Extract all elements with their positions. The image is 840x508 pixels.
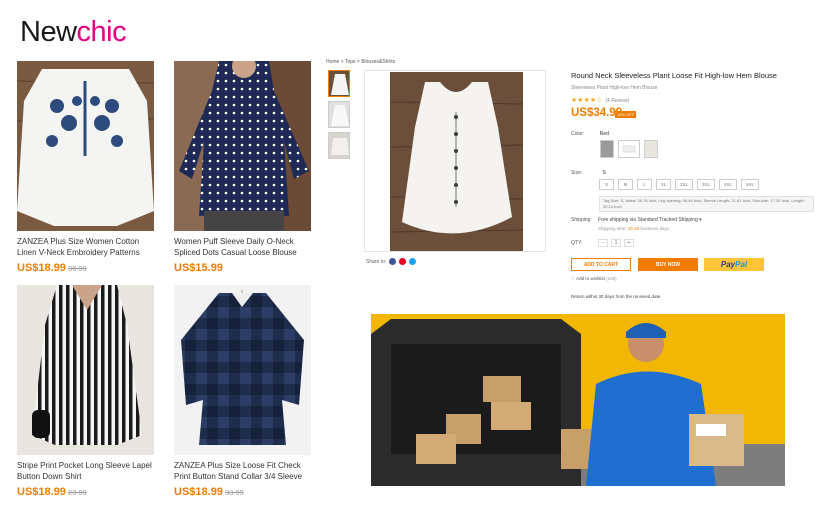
size-label: Size: — [571, 170, 583, 176]
size-row: Size: S — [571, 170, 606, 176]
price-original: 23.99 — [67, 488, 87, 497]
thumbnail-1[interactable] — [328, 70, 350, 97]
paypal-pal-text: Pal — [735, 260, 748, 269]
color-swatch[interactable] — [644, 140, 658, 158]
size-option[interactable]: 4XL — [719, 179, 737, 190]
product-card[interactable]: Women Puff Sleeve Daily O-Neck Spliced D… — [174, 61, 314, 274]
color-swatch[interactable] — [600, 140, 614, 158]
quantity-stepper: − 1 + — [598, 239, 634, 247]
heart-icon: ♡ — [571, 276, 576, 281]
shipping-time: Shipping time: 15-25 business days — [598, 226, 669, 231]
wishlist-count: (169) — [606, 276, 617, 281]
price-current: US$18.99 — [174, 486, 223, 498]
shipping-time-suffix: business days — [639, 226, 670, 231]
wishlist-label: Add to wishlist — [576, 276, 605, 281]
product-image[interactable] — [174, 285, 311, 455]
rating-stars: ★★★★☆ — [571, 97, 603, 104]
qty-plus-button[interactable]: + — [624, 239, 634, 247]
size-option[interactable]: L — [637, 179, 652, 190]
product-price: US$18.99 36.99 — [17, 262, 157, 274]
thumbnail-3[interactable] — [328, 132, 350, 159]
thumbnail-2[interactable] — [328, 101, 350, 128]
product-price: US$18.99 23.99 — [17, 486, 157, 498]
share-label: Share to: — [366, 258, 387, 265]
price-current: US$18.99 — [17, 486, 66, 498]
product-card[interactable]: ZANZEA Plus Size Women Cotton Linen V-Ne… — [17, 61, 157, 274]
logo-text-part2: chic — [76, 16, 127, 48]
product-image[interactable] — [17, 285, 154, 455]
newchic-logo[interactable]: Newchic — [20, 16, 127, 49]
shipping-time-value: 15-25 — [627, 226, 640, 231]
buy-now-button[interactable]: BUY NOW — [638, 258, 698, 271]
size-option[interactable]: S — [599, 179, 614, 190]
size-option[interactable]: 5XL — [741, 179, 759, 190]
paypal-button[interactable]: Pay Pal — [704, 258, 764, 271]
size-options: S M L XL 2XL 3XL 4XL 5XL — [599, 179, 759, 190]
return-policy: Return within 30 days from the received … — [571, 294, 661, 299]
color-label: Color: — [571, 131, 585, 137]
discount-badge: 19% OFF — [615, 111, 637, 118]
product-card[interactable]: ZANZEA Plus Size Loose Fit Check Print B… — [174, 285, 314, 498]
size-value: S — [602, 170, 606, 176]
qty-minus-button[interactable]: − — [598, 239, 608, 247]
color-swatches — [600, 140, 658, 158]
facebook-icon[interactable] — [389, 258, 397, 265]
price-original: 36.99 — [67, 264, 87, 273]
price-current: US$18.99 — [17, 262, 66, 274]
size-option[interactable]: M — [618, 179, 633, 190]
color-swatch[interactable] — [618, 140, 640, 158]
price-original: 33.99 — [224, 488, 244, 497]
price-current: US$15.99 — [174, 262, 223, 274]
rating: ★★★★☆ (4 Review) — [571, 96, 629, 104]
size-option[interactable]: XL — [656, 179, 671, 190]
review-count[interactable]: (4 Review) — [605, 98, 629, 104]
breadcrumb[interactable]: Home > Tops > Blouses&Shirts — [326, 59, 395, 65]
logo-text-part1: New — [20, 16, 77, 48]
product-name[interactable]: Women Puff Sleeve Daily O-Neck Spliced D… — [174, 237, 314, 258]
qty-label: QTY: — [571, 240, 583, 246]
product-card[interactable]: Stripe Print Pocket Long Sleeve Lapel Bu… — [17, 285, 157, 498]
shipping-method[interactable]: Free shipping via Standard Tracked Shipp… — [598, 217, 702, 223]
pinterest-icon[interactable] — [399, 258, 407, 265]
product-price: US$15.99 — [174, 262, 314, 274]
color-value: Red — [599, 131, 609, 137]
share-bar: Share to: — [366, 258, 417, 265]
size-tip: Tag Size: S, Waist: 39.76 Inch, Leg open… — [599, 196, 814, 212]
product-name[interactable]: ZANZEA Plus Size Loose Fit Check Print B… — [174, 461, 314, 482]
product-price: US$18.99 33.99 — [174, 486, 314, 498]
twitter-icon[interactable] — [409, 258, 417, 265]
delivery-banner-image[interactable] — [371, 314, 785, 486]
product-title: Round Neck Sleeveless Plant Loose Fit Hi… — [571, 71, 777, 80]
product-subtitle: Sleeveless Plant High-low Hem Blouse — [571, 85, 658, 91]
size-option[interactable]: 3XL — [697, 179, 715, 190]
thumbnail-list — [328, 70, 352, 163]
shipping-time-prefix: Shipping time: — [598, 226, 628, 231]
main-product-image[interactable] — [364, 70, 546, 252]
color-row: Color: Red — [571, 131, 609, 137]
shipping-label: Shipping: — [571, 217, 592, 223]
product-name[interactable]: ZANZEA Plus Size Women Cotton Linen V-Ne… — [17, 237, 157, 258]
product-image[interactable] — [17, 61, 154, 231]
qty-value[interactable]: 1 — [611, 239, 621, 247]
product-image[interactable] — [174, 61, 311, 231]
add-to-cart-button[interactable]: ADD TO CART — [571, 258, 631, 271]
paypal-pay-text: Pay — [720, 260, 736, 269]
product-name[interactable]: Stripe Print Pocket Long Sleeve Lapel Bu… — [17, 461, 157, 482]
size-option[interactable]: 2XL — [675, 179, 693, 190]
wishlist-link[interactable]: ♡ Add to wishlist (169) — [571, 276, 617, 282]
